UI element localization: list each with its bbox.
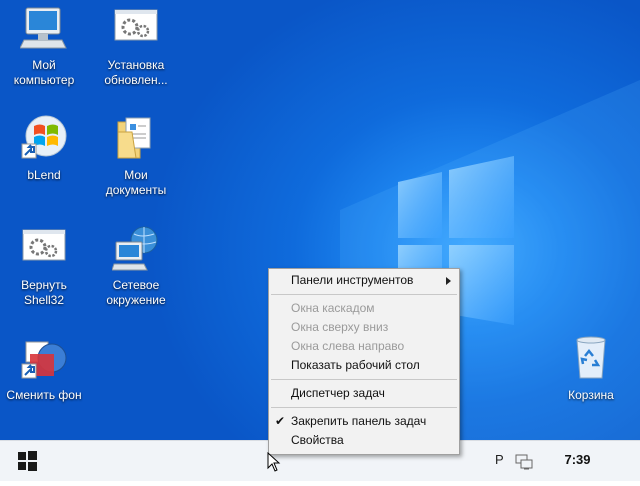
desktop-icon-shell32[interactable]: Вернуть Shell32: [2, 224, 86, 308]
menu-item-side-by-side[interactable]: Окна слева направо: [269, 337, 459, 356]
desktop-icon-wallpaper[interactable]: Сменить фон: [2, 334, 86, 403]
language-indicator[interactable]: Р: [495, 452, 503, 467]
desktop-icon-label: bLend: [27, 168, 61, 182]
taskbar-context-menu: Панели инструментов Окна каскадом Окна с…: [268, 268, 460, 455]
checkmark-icon: ✔: [275, 414, 286, 428]
desktop-icon-label: Мой компьютер: [13, 58, 75, 87]
desktop-icon-network[interactable]: Сетевое окружение: [94, 224, 178, 308]
menu-item-label: Показать рабочий стол: [291, 358, 420, 372]
submenu-arrow-icon: [446, 277, 451, 285]
menu-separator: [271, 379, 457, 380]
menu-item-task-manager[interactable]: Диспетчер задач: [269, 384, 459, 403]
desktop-icon-my-computer[interactable]: Мой компьютер: [2, 4, 86, 88]
desktop-icon-label: Сменить фон: [6, 388, 82, 402]
windows-flag-icon: [20, 114, 68, 162]
network-globe-icon: [111, 224, 160, 272]
mouse-cursor-icon: [267, 452, 281, 472]
network-icon[interactable]: [514, 451, 534, 471]
menu-item-label: Окна каскадом: [291, 301, 375, 315]
recycle-bin-icon: [567, 334, 615, 382]
menu-separator: [271, 294, 457, 295]
desktop-icon-my-documents[interactable]: Мои документы: [94, 114, 178, 198]
menu-item-properties[interactable]: Свойства: [269, 431, 459, 450]
menu-item-label: Окна сверху вниз: [291, 320, 389, 334]
wallpaper-icon: [20, 334, 68, 382]
menu-separator: [271, 407, 457, 408]
documents-folder-icon: [112, 114, 160, 162]
menu-item-label: Свойства: [291, 433, 344, 447]
menu-item-label: Панели инструментов: [291, 273, 414, 287]
menu-item-label: Закрепить панель задач: [291, 414, 427, 428]
desktop-icon-blend[interactable]: bLend: [2, 114, 86, 183]
menu-item-label: Диспетчер задач: [291, 386, 385, 400]
menu-item-show-desktop[interactable]: Показать рабочий стол: [269, 356, 459, 375]
windows-logo-icon: [18, 451, 37, 471]
computer-icon: [19, 4, 68, 52]
desktop-icon-updates[interactable]: Установка обновлен...: [94, 4, 178, 88]
taskbar-clock[interactable]: 7:39: [555, 452, 600, 467]
start-button[interactable]: [10, 441, 46, 481]
menu-item-toolbars[interactable]: Панели инструментов: [269, 271, 459, 290]
desktop-icon-recycle-bin[interactable]: Корзина: [549, 334, 633, 403]
desktop-icon-label: Сетевое окружение: [106, 278, 166, 307]
desktop-icon-label: Установка обновлен...: [104, 58, 168, 87]
desktop-icon-label: Мои документы: [105, 168, 167, 197]
settings-window-icon: [20, 224, 68, 272]
desktop-icon-label: Корзина: [568, 388, 614, 402]
menu-item-label: Окна слева направо: [291, 339, 405, 353]
menu-item-stacked[interactable]: Окна сверху вниз: [269, 318, 459, 337]
settings-window-icon: [112, 4, 160, 52]
desktop-icon-label: Вернуть Shell32: [21, 278, 67, 307]
menu-item-lock-taskbar[interactable]: ✔ Закрепить панель задач: [269, 412, 459, 431]
menu-item-cascade[interactable]: Окна каскадом: [269, 299, 459, 318]
